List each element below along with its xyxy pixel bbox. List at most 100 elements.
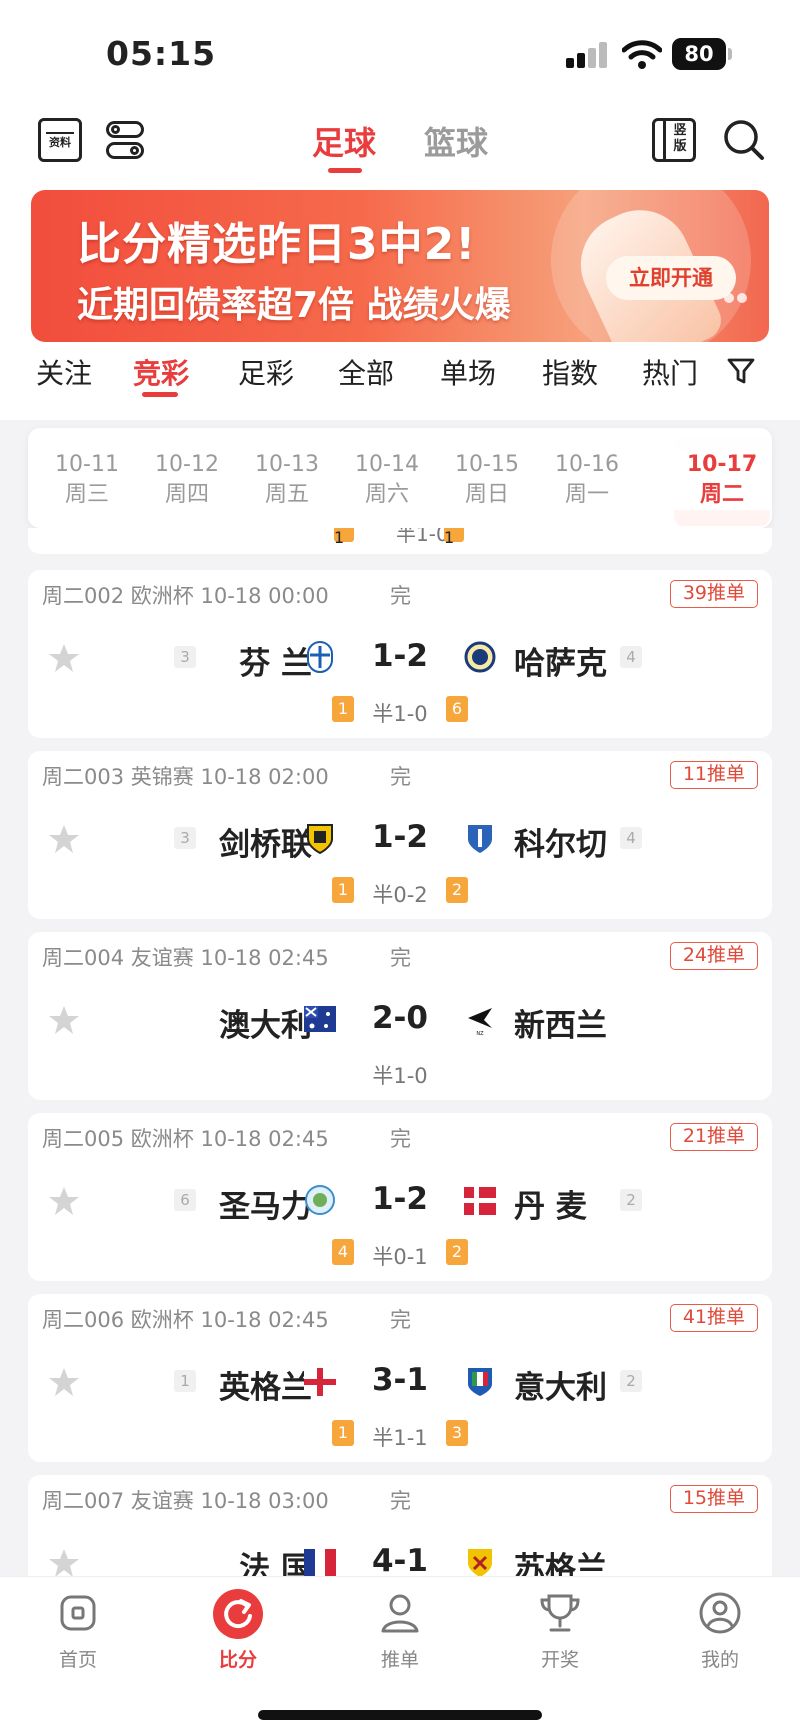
tab-single[interactable]: 单场: [440, 352, 496, 392]
tips-count-tag[interactable]: 15推单: [669, 1485, 758, 1513]
star-icon[interactable]: [48, 1366, 80, 1398]
nav-lottery-label: 开奖: [540, 1649, 579, 1671]
filter-icon[interactable]: [726, 356, 756, 386]
away-team-logo-icon: [468, 1549, 492, 1577]
full-time-score: 2-0: [371, 1000, 428, 1036]
match-meta: 周二007 友谊赛 10-18 03:00: [42, 1489, 329, 1513]
status-time: 05:15: [106, 34, 217, 73]
date-selector: 10-11 周三 10-12 周四 10-13 周五 10-14 周六 10-15 周日 …: [28, 428, 772, 528]
vertical-layout-label: 竖版: [673, 123, 687, 154]
match-card[interactable]: 周二003 英锦赛 10-18 02:00 完 11推单 3 剑桥联 1-2 科尔切 4 1 半0…: [28, 751, 772, 919]
half-time-score: 半1-0: [372, 702, 428, 726]
half-time-score: 半1-0: [372, 1064, 428, 1088]
match-card[interactable]: 周二004 友谊赛 10-18 02:45 完 24推单 澳大利 2-0 NZ 新西兰 半1-…: [28, 932, 772, 1100]
date-item-selected[interactable]: 10-17 周二: [674, 450, 770, 510]
away-team-logo-icon: [468, 825, 492, 853]
half-time-score: 半0-1: [372, 1245, 428, 1269]
date-item[interactable]: 10-13 周五: [242, 450, 332, 510]
half-time-score: 半0-2: [372, 883, 428, 907]
away-team-name[interactable]: 丹 麦: [514, 1181, 587, 1226]
wifi-icon: [622, 40, 662, 69]
tips-count-tag[interactable]: 39推单: [669, 580, 758, 608]
home-indicator[interactable]: [258, 1710, 542, 1720]
banner-subline: 近期回馈率超7倍 战绩火爆: [77, 285, 511, 326]
tab-follow[interactable]: 关注: [36, 352, 92, 392]
star-icon[interactable]: [48, 1185, 80, 1217]
status-bar: 05:15 80: [0, 0, 800, 100]
home-team-logo-icon: [305, 1185, 335, 1215]
profile-icon: [699, 1592, 741, 1634]
data-doc-label: 资料: [49, 136, 71, 149]
toggle-settings-icon[interactable]: [106, 118, 150, 162]
full-time-score: 4-1: [371, 1543, 428, 1579]
star-icon[interactable]: [48, 1004, 80, 1036]
star-icon[interactable]: [48, 823, 80, 855]
search-icon[interactable]: [722, 118, 766, 162]
tips-count-tag[interactable]: 24推单: [669, 942, 758, 970]
vertical-layout-icon[interactable]: 竖版: [652, 118, 696, 162]
away-team-logo-icon: [464, 641, 496, 673]
tab-football[interactable]: 足球: [312, 118, 376, 164]
tab-zucai[interactable]: 足彩: [238, 352, 294, 392]
tab-all[interactable]: 全部: [338, 352, 394, 392]
tab-hot[interactable]: 热门: [642, 352, 698, 392]
away-team-logo-icon: [464, 1187, 496, 1215]
match-card[interactable]: 周二005 欧洲杯 10-18 02:45 完 21推单 6 圣马力 1-2 丹 麦 2 4 半0…: [28, 1113, 772, 1281]
svg-text:NZ: NZ: [476, 1031, 484, 1036]
match-meta: 周二005 欧洲杯 10-18 02:45: [42, 1127, 329, 1151]
home-team-logo-icon: [304, 1006, 336, 1032]
star-icon[interactable]: [48, 1547, 80, 1579]
match-card[interactable]: 周二002 欧洲杯 10-18 00:00 完 39推单 3 芬 兰 1-2 哈萨克 4 1 半1…: [28, 570, 772, 738]
banner-cta-button[interactable]: 立即开通: [606, 256, 736, 300]
match-card[interactable]: 周二006 欧洲杯 10-18 02:45 完 41推单 1 英格兰 3-1 意大利 2 1 半1…: [28, 1294, 772, 1462]
tips-count-tag[interactable]: 41推单: [669, 1304, 758, 1332]
banner-headline: 比分精选昨日3中2!: [77, 219, 477, 270]
home-rank: 3: [174, 646, 196, 668]
home-team-name[interactable]: 英格兰: [219, 1362, 312, 1407]
home-team-logo-icon: [304, 1549, 336, 1577]
star-icon[interactable]: [48, 642, 80, 674]
match-status: 完: [390, 1127, 411, 1151]
promo-banner[interactable]: 比分精选昨日3中2! 近期回馈率超7倍 战绩火爆 立即开通: [31, 190, 769, 342]
partial-match-card: 1 半1-0 1: [28, 528, 772, 554]
nav-lottery[interactable]: 开奖: [510, 1591, 610, 1672]
away-team-name[interactable]: 意大利: [514, 1362, 607, 1407]
half-time-score: 半1-1: [372, 1426, 428, 1450]
home-icon: [60, 1595, 96, 1631]
tab-jingcai[interactable]: 竞彩: [133, 352, 189, 392]
battery-indicator: 80: [672, 38, 732, 70]
nav-score-label: 比分: [218, 1649, 257, 1671]
away-team-name[interactable]: 哈萨克: [514, 638, 607, 683]
tips-count-tag[interactable]: 11推单: [669, 761, 758, 789]
home-team-logo-icon: [307, 641, 333, 673]
nav-score[interactable]: 比分: [188, 1589, 288, 1672]
nav-mine[interactable]: 我的: [670, 1591, 770, 1672]
home-rank: 1: [174, 1370, 196, 1392]
app-screen: 05:15 80 资料 足球 篮球 竖版 比分精选昨日3中2! 近期回馈率超7倍…: [0, 0, 800, 1734]
away-rank: 4: [620, 646, 642, 668]
home-team-name[interactable]: 澳大利: [219, 1000, 312, 1045]
date-item[interactable]: 10-15 周日: [442, 450, 532, 510]
tab-basketball[interactable]: 篮球: [424, 118, 488, 164]
nav-tips[interactable]: 推单: [350, 1591, 450, 1672]
trophy-icon: [540, 1594, 580, 1632]
date-item[interactable]: 10-16 周一: [542, 450, 632, 510]
nav-home[interactable]: 首页: [28, 1591, 128, 1672]
signal-icon: [566, 42, 610, 68]
date-item[interactable]: 10-14 周六: [342, 450, 432, 510]
date-item[interactable]: 10-11 周三: [42, 450, 132, 510]
tips-count-tag[interactable]: 21推单: [669, 1123, 758, 1151]
away-team-name[interactable]: 科尔切: [514, 819, 607, 864]
home-team-name[interactable]: 剑桥联: [219, 819, 312, 864]
away-team-name[interactable]: 新西兰: [514, 1000, 607, 1045]
match-meta: 周二002 欧洲杯 10-18 00:00: [42, 584, 329, 608]
away-rank: 4: [620, 827, 642, 849]
date-item[interactable]: 10-12 周四: [142, 450, 232, 510]
home-team-name[interactable]: 芬 兰: [239, 638, 312, 683]
away-team-logo-icon: [468, 1368, 492, 1396]
tab-index[interactable]: 指数: [542, 352, 598, 392]
user-icon: [381, 1594, 419, 1633]
data-doc-icon[interactable]: 资料: [38, 118, 82, 162]
home-team-name[interactable]: 圣马力: [219, 1181, 312, 1226]
away-rank: 2: [620, 1189, 642, 1211]
